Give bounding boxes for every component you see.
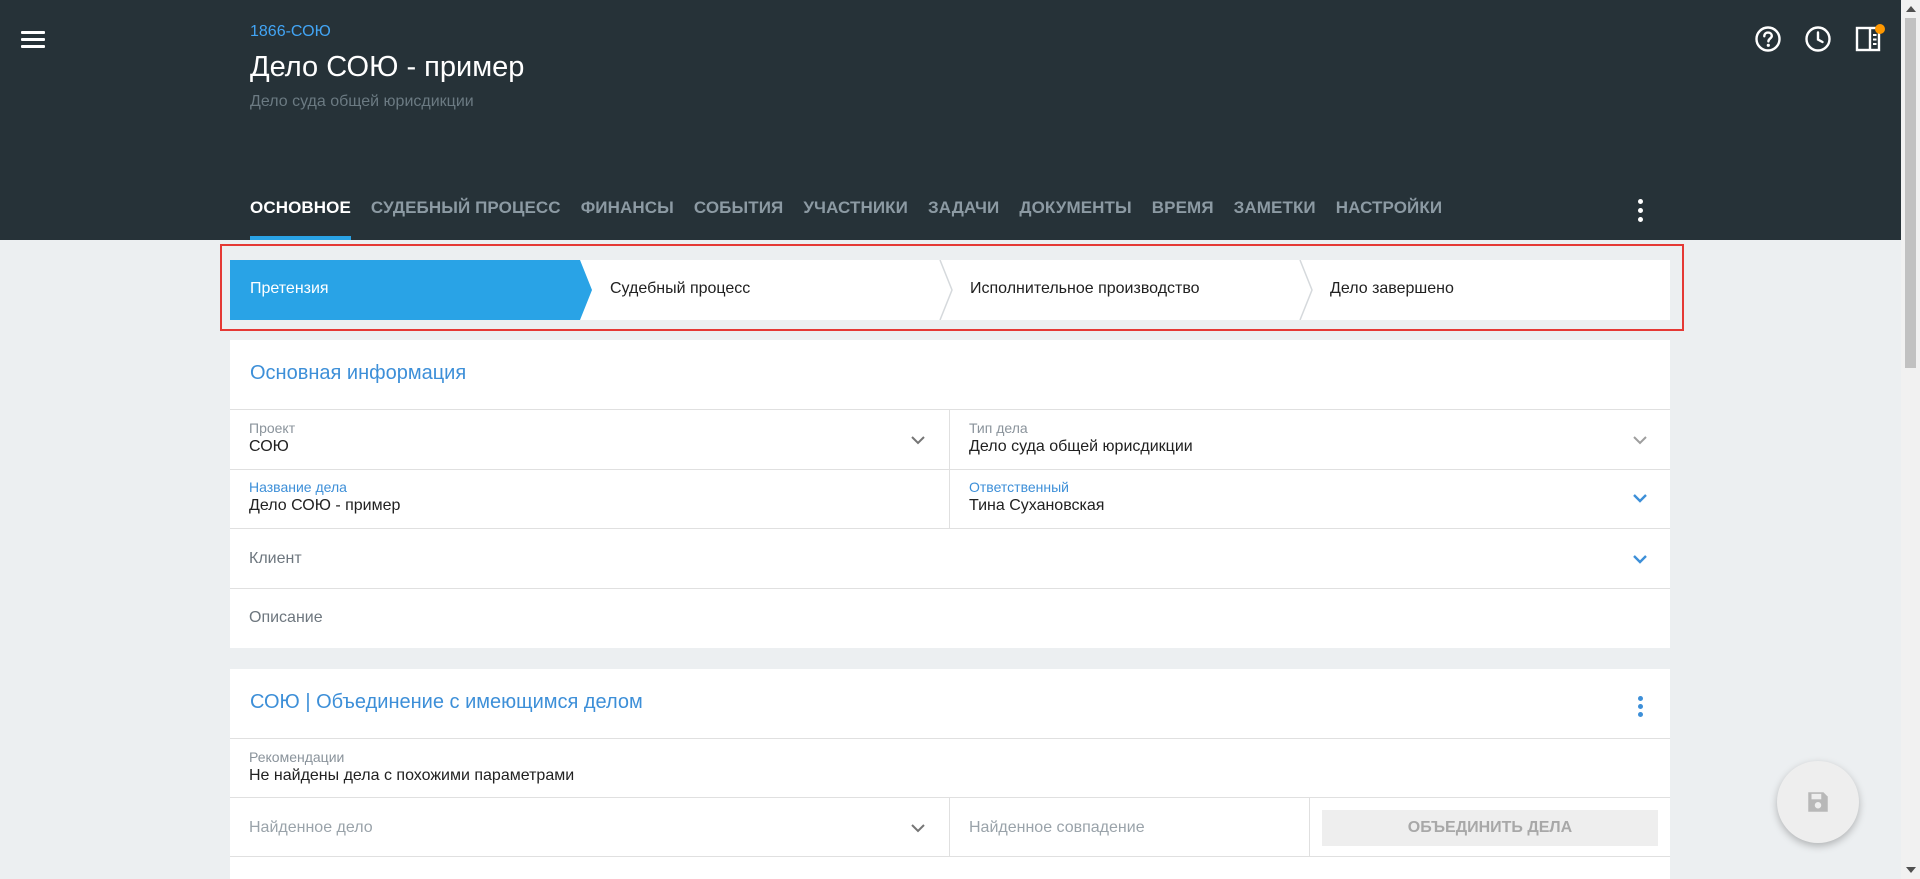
stage-arrows <box>230 260 1313 320</box>
stage-completed[interactable]: Дело завершено <box>1330 280 1454 298</box>
case-type-value: Дело суда общей юрисдикции <box>969 438 1193 455</box>
scroll-thumb[interactable] <box>1905 18 1916 368</box>
page-subtitle: Дело суда общей юрисдикции <box>250 93 474 110</box>
project-value: СОЮ <box>249 438 289 455</box>
tab-events[interactable]: СОБЫТИЯ <box>694 188 783 240</box>
save-floppy-icon <box>1808 792 1828 812</box>
tabs-more-icon[interactable] <box>1628 196 1652 224</box>
header-actions <box>1753 24 1885 54</box>
notification-badge <box>1875 24 1885 34</box>
found-case-placeholder: Найденное дело <box>249 819 373 836</box>
description-field[interactable]: Описание <box>230 589 1670 648</box>
divider <box>230 738 1670 739</box>
divider <box>1309 798 1310 856</box>
tab-finance[interactable]: ФИНАНСЫ <box>581 188 674 240</box>
tab-tasks[interactable]: ЗАДАЧИ <box>928 188 999 240</box>
app-header: 1866-СОЮ Дело СОЮ - пример Дело суда общ… <box>0 0 1901 240</box>
project-field[interactable]: Проект СОЮ <box>230 410 950 469</box>
stage-divider <box>939 260 953 320</box>
tab-settings[interactable]: НАСТРОЙКИ <box>1336 188 1442 240</box>
scroll-down-icon[interactable] <box>1906 867 1916 873</box>
chevron-down-icon[interactable] <box>908 818 928 838</box>
history-clock-icon[interactable] <box>1803 24 1833 54</box>
recommendations-label: Рекомендации <box>249 749 345 765</box>
client-placeholder: Клиент <box>249 550 302 567</box>
tab-notes[interactable]: ЗАМЕТКИ <box>1234 188 1316 240</box>
chevron-down-icon[interactable] <box>908 430 928 450</box>
description-placeholder: Описание <box>249 609 323 626</box>
stage-divider <box>1299 260 1313 320</box>
recommendations-value: Не найдены дела с похожими параметрами <box>249 767 575 784</box>
tab-participants[interactable]: УЧАСТНИКИ <box>803 188 908 240</box>
responsible-field[interactable]: Ответственный Тина Сухановская <box>950 470 1670 528</box>
tab-main[interactable]: ОСНОВНОЕ <box>250 188 351 240</box>
case-name-label: Название дела <box>249 479 347 495</box>
case-code: 1866-СОЮ <box>250 23 331 40</box>
found-case-field[interactable]: Найденное дело <box>230 798 950 856</box>
responsible-label: Ответственный <box>969 479 1069 495</box>
merge-card: СОЮ | Объединение с имеющимся делом Реко… <box>230 669 1670 879</box>
stage-court-process[interactable]: Судебный процесс <box>610 280 750 298</box>
save-button[interactable] <box>1777 761 1859 843</box>
divider <box>230 856 1670 857</box>
chevron-down-icon[interactable] <box>1630 430 1650 450</box>
help-icon[interactable] <box>1753 24 1783 54</box>
tab-bar: ОСНОВНОЕ СУДЕБНЫЙ ПРОЦЕСС ФИНАНСЫ СОБЫТИ… <box>250 188 1462 240</box>
stage-enforcement[interactable]: Исполнительное производство <box>970 280 1200 298</box>
main-info-title: Основная информация <box>250 362 467 384</box>
main-info-card: Основная информация Проект СОЮ Тип дела … <box>230 340 1670 648</box>
tab-court-process[interactable]: СУДЕБНЫЙ ПРОЦЕСС <box>371 188 561 240</box>
found-match-field[interactable]: Найденное совпадение <box>950 798 1310 856</box>
client-field[interactable]: Клиент <box>230 529 1670 588</box>
found-match-placeholder: Найденное совпадение <box>969 819 1145 836</box>
merge-cases-button[interactable]: ОБЪЕДИНИТЬ ДЕЛА <box>1322 810 1658 846</box>
tab-documents[interactable]: ДОКУМЕНТЫ <box>1019 188 1131 240</box>
case-name-field[interactable]: Название дела Дело СОЮ - пример <box>230 470 950 528</box>
stage-progress: Претензия Судебный процесс Исполнительно… <box>230 260 1670 320</box>
page-title: Дело СОЮ - пример <box>250 51 525 83</box>
side-panel-icon[interactable] <box>1853 24 1885 54</box>
responsible-value: Тина Сухановская <box>969 497 1105 514</box>
project-label: Проект <box>249 420 296 436</box>
chevron-down-icon[interactable] <box>1630 488 1650 508</box>
tab-time[interactable]: ВРЕМЯ <box>1152 188 1214 240</box>
scroll-up-icon[interactable] <box>1906 6 1916 12</box>
case-name-input[interactable]: Дело СОЮ - пример <box>249 497 400 515</box>
stage-claim[interactable]: Претензия <box>250 280 329 298</box>
case-type-label: Тип дела <box>969 420 1028 436</box>
merge-title: СОЮ | Объединение с имеющимся делом <box>250 691 643 713</box>
chevron-down-icon[interactable] <box>1630 549 1650 569</box>
case-type-field[interactable]: Тип дела Дело суда общей юрисдикции <box>950 410 1670 469</box>
page-scrollbar[interactable] <box>1901 0 1920 879</box>
hamburger-menu-icon[interactable] <box>18 28 48 52</box>
card-more-icon[interactable] <box>1628 692 1652 720</box>
